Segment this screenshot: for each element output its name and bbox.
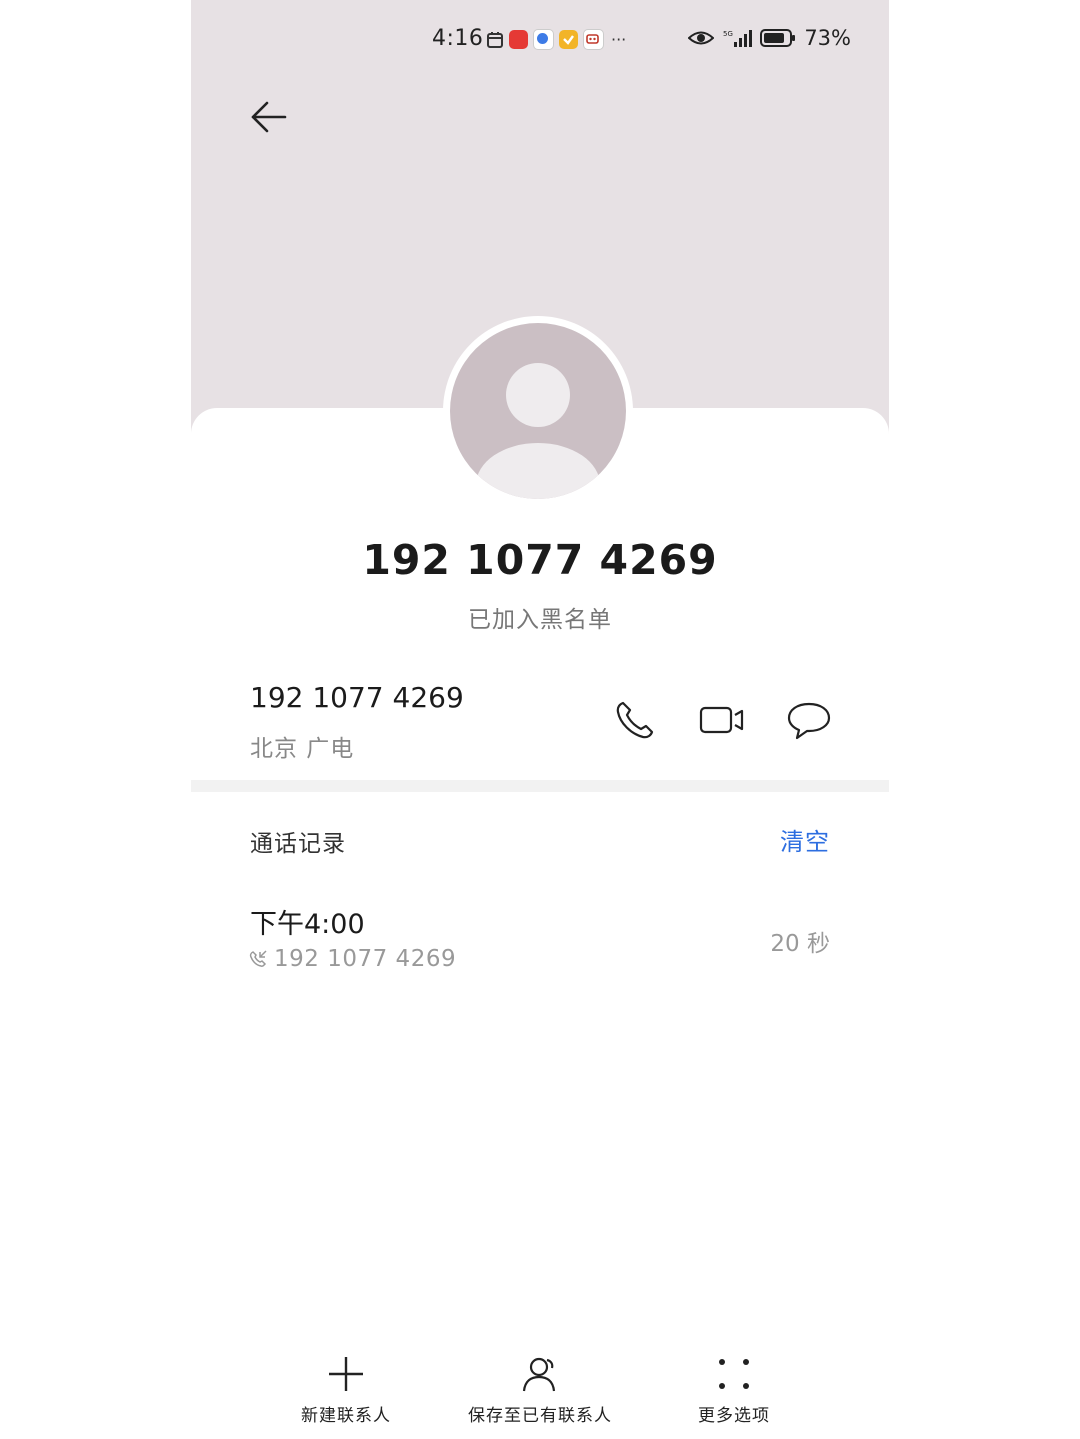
section-divider <box>191 780 889 792</box>
plus-icon <box>329 1357 363 1391</box>
back-button[interactable] <box>243 92 293 142</box>
more-options-button[interactable]: 更多选项 <box>634 1350 834 1430</box>
call-log-duration: 20 秒 <box>770 931 830 957</box>
battery-icon <box>760 29 796 47</box>
battery-percentage: 73% <box>804 26 851 50</box>
message-button[interactable] <box>785 698 833 742</box>
video-call-button[interactable] <box>698 698 746 742</box>
save-to-existing-contact-button[interactable]: 保存至已有联系人 <box>440 1350 640 1430</box>
status-time: 4:16 <box>432 26 484 51</box>
video-camera-icon <box>699 706 744 734</box>
four-dots-icon <box>719 1359 749 1389</box>
call-log-number: 192 1077 4269 <box>274 946 457 972</box>
call-log-item[interactable]: 下午4:00 192 1077 4269 20 秒 <box>191 896 889 986</box>
more-notifications-icon: ··· <box>611 30 627 49</box>
call-button[interactable] <box>611 698 659 742</box>
red-app-notification-icon <box>509 30 528 49</box>
save-to-existing-label: 保存至已有联系人 <box>468 1406 612 1426</box>
person-icon <box>522 1357 556 1392</box>
blue-app-notification-icon <box>533 29 554 50</box>
eye-comfort-icon <box>688 31 715 45</box>
status-right: 5G 73% <box>688 26 851 50</box>
robot-app-notification-icon <box>583 29 604 50</box>
notification-icons: ··· <box>486 29 626 50</box>
svg-text:5G: 5G <box>723 30 733 38</box>
arrow-left-icon <box>251 101 287 133</box>
calendar-notification-icon <box>487 32 503 48</box>
incoming-call-icon <box>249 950 267 967</box>
new-contact-label: 新建联系人 <box>301 1406 391 1426</box>
default-person-avatar-icon <box>476 363 600 499</box>
phone-icon <box>616 701 654 739</box>
call-log-time: 下午4:00 <box>250 909 365 940</box>
page-title: 192 1077 4269 <box>362 536 718 584</box>
bottom-action-bar: 新建联系人 保存至已有联系人 更多选项 <box>191 1350 889 1430</box>
call-log-title: 通话记录 <box>250 831 346 857</box>
new-contact-button[interactable]: 新建联系人 <box>246 1350 446 1430</box>
status-bar: 4:16 ··· 5G 73% <box>191 22 889 60</box>
phone-number-row: 192 1077 4269 北京 广电 <box>191 676 889 776</box>
contact-detail-screen: 4:16 ··· 5G 73% 192 1077 4269 已加入黑名单 192… <box>191 0 889 1439</box>
clear-call-log-button[interactable]: 清空 <box>780 822 830 857</box>
more-options-label: 更多选项 <box>698 1406 770 1426</box>
blacklist-status: 已加入黑名单 <box>468 607 612 633</box>
phone-number[interactable]: 192 1077 4269 <box>250 681 464 714</box>
avatar[interactable] <box>443 316 633 506</box>
carrier-location: 北京 广电 <box>250 736 355 762</box>
chat-bubble-icon <box>787 702 831 740</box>
signal-5g-icon: 5G <box>723 30 753 47</box>
yellow-app-notification-icon <box>559 30 578 49</box>
